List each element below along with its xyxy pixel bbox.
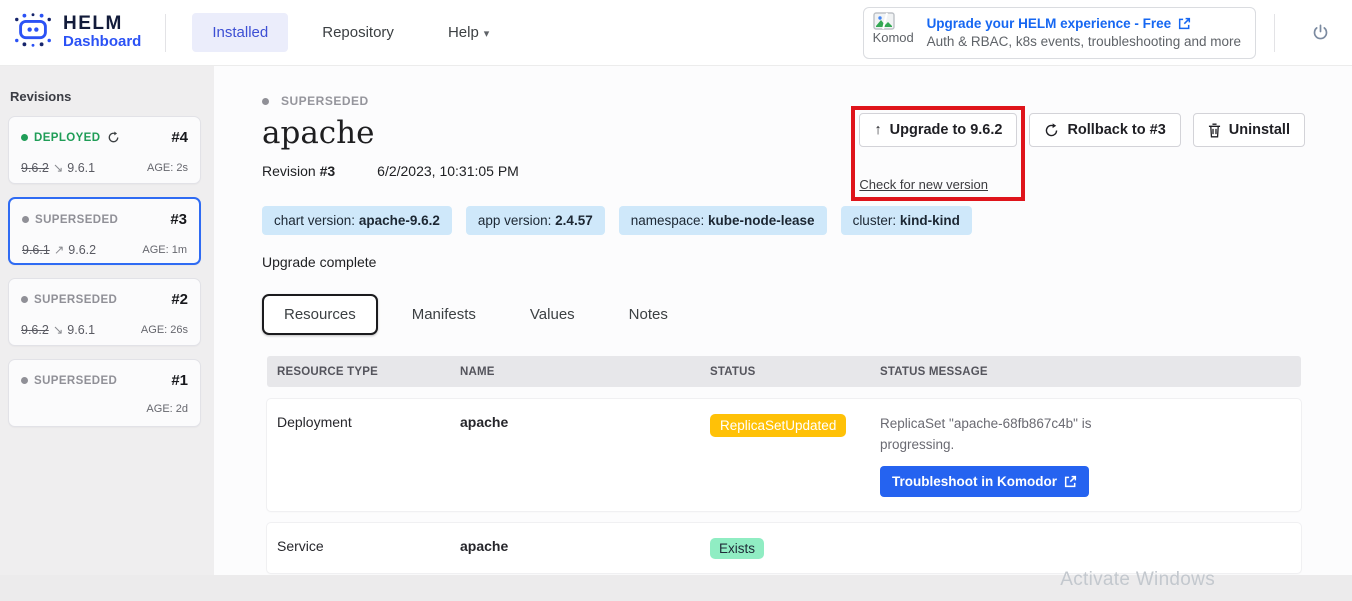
promo-title: Upgrade your HELM experience - Free: [927, 16, 1172, 31]
arrow-up-icon: ↑: [874, 122, 881, 138]
detail-tabs: Resources Manifests Values Notes: [262, 294, 1304, 335]
col-status: STATUS: [710, 366, 880, 378]
promo-subtitle: Auth & RBAC, k8s events, troubleshooting…: [927, 34, 1241, 49]
status-message: ReplicaSet "apache-68fb867c4b" is progre…: [880, 414, 1105, 456]
table-row: Deployment apache ReplicaSetUpdated Repl…: [267, 399, 1301, 511]
check-new-version-link[interactable]: Check for new version: [859, 177, 988, 192]
troubleshoot-komodor-button[interactable]: Troubleshoot in Komodor: [880, 466, 1089, 497]
komodor-promo-banner[interactable]: Komod Upgrade your HELM experience - Fre…: [863, 7, 1256, 59]
resource-name-cell: apache: [460, 412, 710, 497]
status-dot: [22, 216, 29, 223]
table-header: RESOURCE TYPE NAME STATUS STATUS MESSAGE: [267, 356, 1301, 387]
revision-status: DEPLOYED: [34, 132, 100, 144]
new-version: 9.6.1: [67, 161, 95, 175]
app-version-badge: app version: 2.4.57: [466, 206, 605, 235]
helm-logo-icon: [12, 10, 54, 55]
komodor-broken-image: Komod: [873, 12, 917, 54]
activate-windows-watermark: Activate Windows: [1060, 569, 1215, 591]
revision-label: Revision: [262, 163, 316, 179]
top-navbar: HELM Dashboard Installed Repository Help…: [0, 0, 1352, 66]
old-version: 9.6.1: [22, 243, 50, 257]
downgrade-arrow-icon: ↘: [53, 160, 63, 175]
old-version: 9.6.2: [21, 323, 49, 337]
main-nav: Installed Repository Help▾: [192, 13, 509, 52]
status-dot: [21, 134, 28, 141]
release-actions: ↑ Upgrade to 9.6.2 Check for new version…: [859, 113, 1305, 194]
image-alt-text: Komod: [873, 30, 914, 45]
upgrade-button[interactable]: ↑ Upgrade to 9.6.2: [859, 113, 1017, 147]
release-detail-panel: SUPERSEDED apache Revision #3 6/2/2023, …: [214, 66, 1352, 575]
tab-values[interactable]: Values: [510, 296, 595, 333]
revision-status: SUPERSEDED: [34, 375, 117, 387]
nav-tab-repository[interactable]: Repository: [302, 13, 414, 52]
resource-type-cell: Deployment: [267, 412, 460, 497]
revisions-sidebar: Revisions DEPLOYED #4 9.6.2 ↘ 9.6.1 AGE:…: [0, 66, 214, 575]
upgrade-arrow-icon: ↗: [54, 242, 64, 257]
chevron-down-icon: ▾: [484, 28, 490, 40]
bottom-strip: Activate Windows: [0, 575, 1352, 601]
logo-subtitle: Dashboard: [63, 34, 141, 51]
revision-status: SUPERSEDED: [35, 214, 118, 226]
tab-notes[interactable]: Notes: [609, 296, 688, 333]
tab-manifests[interactable]: Manifests: [392, 296, 496, 333]
revision-status: SUPERSEDED: [34, 294, 117, 306]
revision-card-2[interactable]: SUPERSEDED #2 9.6.2 ↘ 9.6.1 AGE: 26s: [8, 278, 201, 346]
revision-age: AGE: 26s: [141, 324, 188, 336]
revision-card-3[interactable]: SUPERSEDED #3 9.6.1 ↗ 9.6.2 AGE: 1m: [8, 197, 201, 265]
release-notes-text: Upgrade complete: [262, 254, 1304, 270]
col-name: NAME: [460, 366, 710, 378]
revision-number: #3: [170, 211, 187, 228]
shutdown-button[interactable]: [1311, 23, 1330, 42]
release-info-badges: chart version: apache-9.6.2 app version:…: [262, 206, 1304, 235]
namespace-badge: namespace: kube-node-lease: [619, 206, 827, 235]
rollback-icon: [1044, 123, 1059, 138]
status-badge: Exists: [710, 538, 764, 559]
broken-image-icon: [873, 12, 895, 30]
sidebar-title: Revisions: [10, 89, 201, 104]
chart-version-badge: chart version: apache-9.6.2: [262, 206, 452, 235]
revision-card-1[interactable]: SUPERSEDED #1 AGE: 2d: [8, 359, 201, 427]
col-resource-type: RESOURCE TYPE: [267, 366, 460, 378]
old-version: 9.6.2: [21, 161, 49, 175]
status-dot: [21, 296, 28, 303]
revision-number: #3: [320, 163, 336, 179]
status-dot: [21, 377, 28, 384]
revision-card-4[interactable]: DEPLOYED #4 9.6.2 ↘ 9.6.1 AGE: 2s: [8, 116, 201, 184]
uninstall-button[interactable]: Uninstall: [1193, 113, 1305, 147]
revision-number: #2: [171, 291, 188, 308]
nav-tab-installed[interactable]: Installed: [192, 13, 288, 52]
tab-resources[interactable]: Resources: [262, 294, 378, 335]
trash-icon: [1208, 123, 1221, 138]
power-icon: [1311, 23, 1330, 42]
nav-menu-help[interactable]: Help▾: [428, 13, 509, 52]
header-divider: [165, 14, 166, 52]
new-version: 9.6.1: [67, 323, 95, 337]
external-link-icon: [1064, 475, 1077, 488]
resources-table: RESOURCE TYPE NAME STATUS STATUS MESSAGE…: [267, 356, 1301, 573]
resource-name-cell: apache: [460, 536, 710, 559]
new-version: 9.6.2: [68, 243, 96, 257]
revision-timestamp: 6/2/2023, 10:31:05 PM: [377, 163, 519, 179]
external-link-icon: [1178, 17, 1191, 30]
logo-title: HELM: [63, 14, 141, 34]
downgrade-arrow-icon: ↘: [53, 322, 63, 337]
cluster-badge: cluster: kind-kind: [841, 206, 972, 235]
header-divider-2: [1274, 14, 1275, 52]
revision-number: #4: [171, 129, 188, 146]
release-status: SUPERSEDED: [281, 94, 369, 108]
resource-type-cell: Service: [267, 536, 460, 559]
revision-age: AGE: 2s: [147, 162, 188, 174]
revision-age: AGE: 1m: [142, 244, 187, 256]
status-badge: ReplicaSetUpdated: [710, 414, 846, 437]
reconfigure-icon: [107, 131, 120, 144]
col-status-message: STATUS MESSAGE: [880, 366, 1301, 378]
revision-number: #1: [171, 372, 188, 389]
status-dot: [262, 98, 269, 105]
table-row: Service apache Exists: [267, 523, 1301, 573]
rollback-button[interactable]: Rollback to #3: [1029, 113, 1180, 147]
helm-dashboard-logo[interactable]: HELM Dashboard: [12, 10, 141, 55]
revision-age: AGE: 2d: [146, 403, 188, 415]
